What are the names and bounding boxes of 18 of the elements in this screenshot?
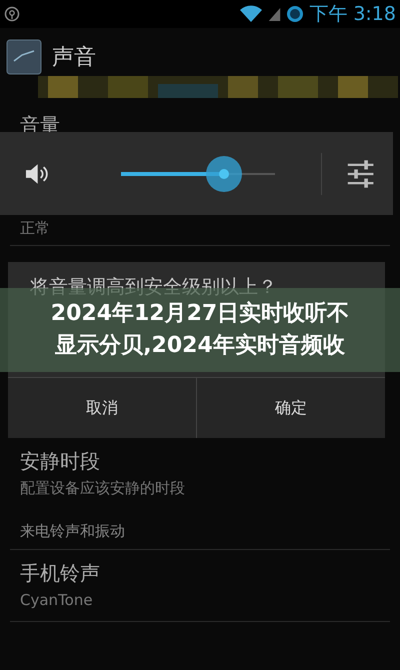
app-icon[interactable] <box>4 39 44 75</box>
dialog-button[interactable]: 确定 <box>197 378 385 438</box>
wifi-icon <box>239 5 264 23</box>
dialog-message: 将音量调高到安全级别以上？ <box>30 275 277 300</box>
notification-icon <box>4 6 20 22</box>
clock: 下午 3:18 <box>309 2 396 27</box>
volume-summary: 正常 <box>19 218 51 239</box>
setting-summary: 配置设备应该安静的时段 <box>20 479 186 498</box>
equalizer-icon[interactable] <box>346 158 375 190</box>
screen-title: 声音 <box>52 44 96 72</box>
signal-icon <box>268 6 282 22</box>
setting-title[interactable]: 手机铃声 <box>20 560 380 587</box>
category-header: 来电铃声和振动 <box>20 522 126 541</box>
setting-summary: CyanTone <box>20 591 94 609</box>
sync-icon <box>286 5 304 23</box>
setting-title[interactable]: 安静时段 <box>20 448 380 475</box>
banner-title: 2024年12月27日实时收听不显示分贝,2024年实时音频收 <box>50 300 350 360</box>
dialog-button[interactable]: 取消 <box>8 378 197 438</box>
